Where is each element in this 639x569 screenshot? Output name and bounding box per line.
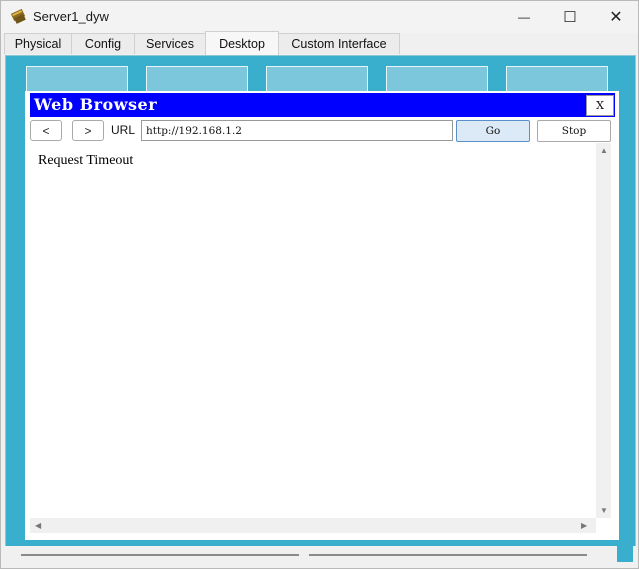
- maximize-button[interactable]: ☐: [547, 1, 593, 33]
- scroll-down-icon[interactable]: ▼: [600, 506, 608, 515]
- close-window-button[interactable]: ✕: [593, 1, 639, 33]
- back-icon: <: [42, 123, 50, 138]
- bottom-scrollbar-track[interactable]: [21, 554, 299, 556]
- title-bar: Server1_dyw — ☐ ✕: [1, 1, 638, 33]
- url-input[interactable]: [141, 120, 453, 141]
- scroll-left-icon[interactable]: ◀: [35, 521, 41, 530]
- go-button[interactable]: Go: [456, 120, 530, 142]
- bottom-scrollbar-track[interactable]: [309, 554, 587, 556]
- browser-title: Web Browser: [34, 95, 158, 114]
- tab-custom-interface[interactable]: Custom Interface: [278, 33, 400, 54]
- tab-physical[interactable]: Physical: [4, 33, 72, 54]
- bottom-scroll-area: [1, 546, 638, 568]
- app-icon: [10, 8, 26, 24]
- url-label: URL: [111, 123, 136, 137]
- browser-close-button[interactable]: X: [586, 95, 614, 116]
- page-message: Request Timeout: [38, 153, 134, 168]
- tab-desktop[interactable]: Desktop: [205, 31, 279, 56]
- window-title: Server1_dyw: [33, 9, 109, 24]
- scroll-right-icon[interactable]: ▶: [581, 521, 587, 530]
- forward-icon: >: [84, 123, 92, 138]
- application-window: Server1_dyw — ☐ ✕ Physical Config Servic…: [0, 0, 639, 569]
- stop-button[interactable]: Stop: [537, 120, 611, 142]
- tab-services[interactable]: Services: [134, 33, 206, 54]
- page-content: Request Timeout: [30, 143, 596, 518]
- horizontal-scrollbar[interactable]: ◀ ▶: [30, 518, 596, 533]
- browser-title-bar: Web Browser X: [30, 93, 615, 117]
- maximize-icon: ☐: [563, 9, 577, 26]
- back-button[interactable]: <: [30, 120, 62, 141]
- minimize-button[interactable]: —: [501, 1, 547, 33]
- tab-config[interactable]: Config: [71, 33, 135, 54]
- minimize-icon: —: [518, 10, 530, 24]
- desktop-area: Web Browser X < > URL Go Stop Request Ti…: [5, 55, 636, 547]
- vertical-scrollbar[interactable]: ▲ ▼: [596, 143, 611, 518]
- scroll-up-icon[interactable]: ▲: [600, 146, 608, 155]
- forward-button[interactable]: >: [72, 120, 104, 141]
- close-icon: ✕: [609, 9, 623, 26]
- resize-grip[interactable]: [617, 546, 633, 562]
- web-browser-window: Web Browser X < > URL Go Stop Request Ti…: [25, 91, 619, 540]
